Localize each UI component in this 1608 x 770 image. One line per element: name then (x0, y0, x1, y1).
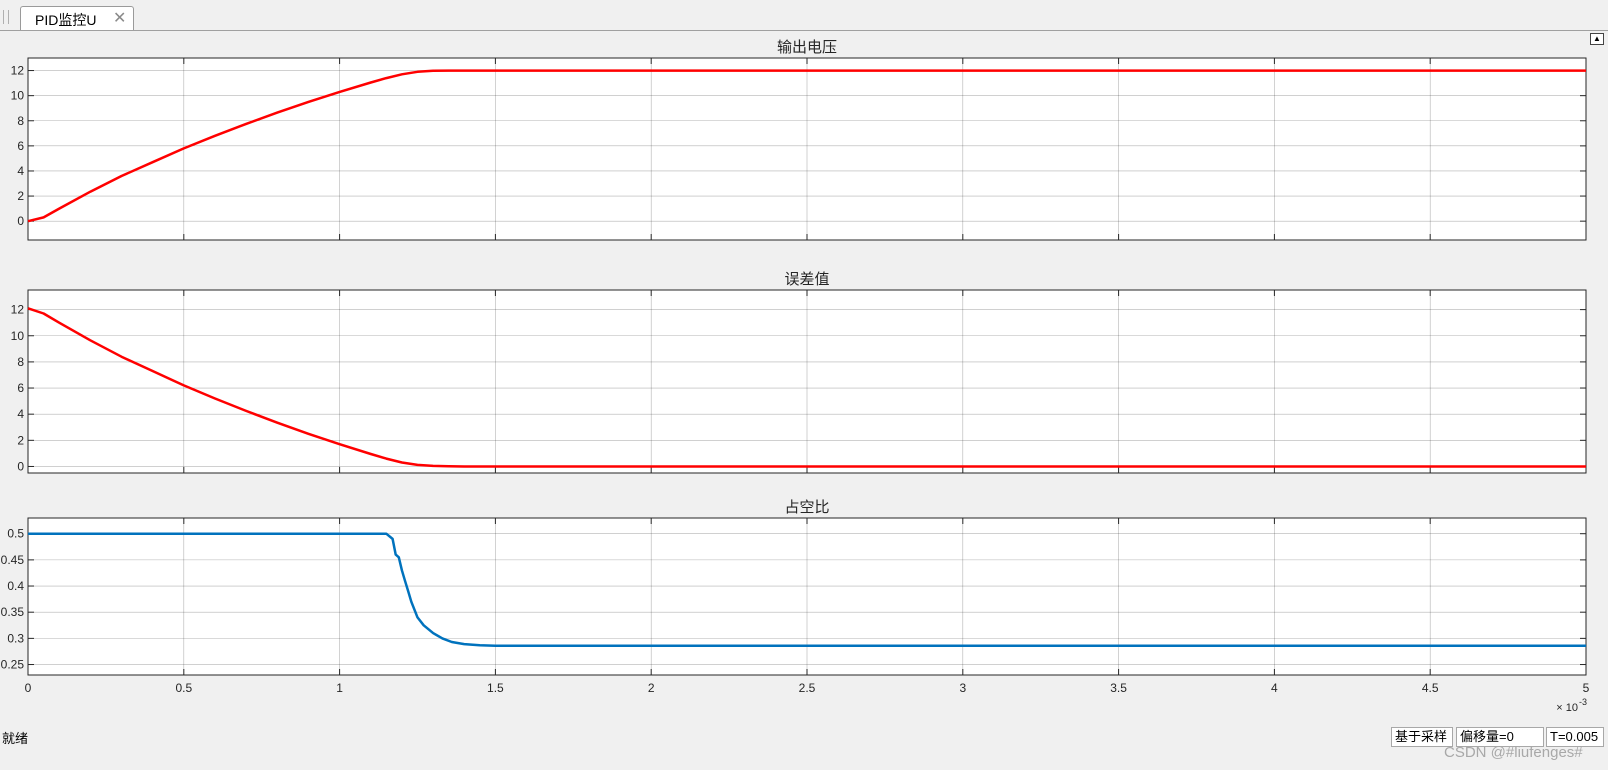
y-tick-label: 8 (17, 355, 24, 369)
scope-plots: 024681012输出电压024681012误差值0.250.30.350.40… (1, 38, 1590, 714)
y-tick-label: 2 (17, 433, 24, 447)
plot-panel-2: 0 2 4 6 8 10 12 误差值 (11, 270, 1587, 474)
tab-pid-monitor[interactable]: PID监控U ✕ (20, 6, 134, 30)
y-tick-label: 12 (11, 64, 25, 78)
y-tick-label: 0.4 (7, 579, 24, 593)
y-tick-label: 2 (17, 189, 24, 203)
x-tick-label: 3 (959, 681, 966, 695)
y-tick-label: 12 (11, 303, 25, 317)
status-bar: 就绪 基于采样 偏移量=0 T=0.005 (0, 720, 1608, 770)
y-tick-label: 0.35 (1, 605, 25, 619)
y-tick-label: 0.3 (7, 631, 24, 645)
plot-panel-3: 0.25 0.3 0.35 0.4 0.45 0.5 占空比 0 0.5 1 1.5 2 2.5 3 3.5… (1, 498, 1590, 714)
tab-grip-handle[interactable] (3, 10, 9, 24)
y-tick-label: 8 (17, 114, 24, 128)
y-tick-label: 0 (17, 459, 24, 473)
x-tick-label: 2.5 (799, 681, 816, 695)
close-icon[interactable]: ✕ (113, 8, 126, 28)
y-tick-label: 10 (11, 89, 25, 103)
plot-title: 误差值 (784, 270, 829, 288)
y-tick-label: 0.45 (1, 553, 25, 567)
y-tick-label: 10 (11, 329, 25, 343)
y-tick-label: 4 (17, 164, 24, 178)
y-tick-label: 4 (17, 407, 24, 421)
x-tick-label: 4.5 (1422, 681, 1439, 695)
watermark: CSDN @#liufenges# (1444, 744, 1583, 761)
x-tick-label: 1.5 (487, 681, 504, 695)
plot-title: 占空比 (784, 498, 829, 516)
x-tick-label: 3.5 (1110, 681, 1127, 695)
tab-bar: PID监控U ✕ (0, 0, 1608, 31)
x-tick-label: 4 (1271, 681, 1278, 695)
x-tick-label: 2 (648, 681, 655, 695)
x-tick-label: 0 (25, 681, 32, 695)
x-exponent-power: -3 (1579, 697, 1587, 707)
x-tick-label: 0.5 (175, 681, 192, 695)
tab-label: PID监控U (35, 12, 97, 28)
plot-panel-1: 0 2 4 6 8 10 12 输出电压 (11, 38, 1587, 241)
y-tick-label: 0 (17, 214, 24, 228)
y-tick-label: 6 (17, 381, 24, 395)
plot-title: 输出电压 (777, 38, 837, 56)
y-tick-label: 0.25 (1, 658, 25, 672)
status-ready: 就绪 (2, 731, 29, 746)
x-tick-label: 5 (1583, 681, 1590, 695)
x-exponent-label: × 10 (1556, 702, 1578, 714)
x-tick-label: 1 (336, 681, 343, 695)
y-tick-label: 0.5 (7, 527, 24, 541)
y-tick-label: 6 (17, 139, 24, 153)
